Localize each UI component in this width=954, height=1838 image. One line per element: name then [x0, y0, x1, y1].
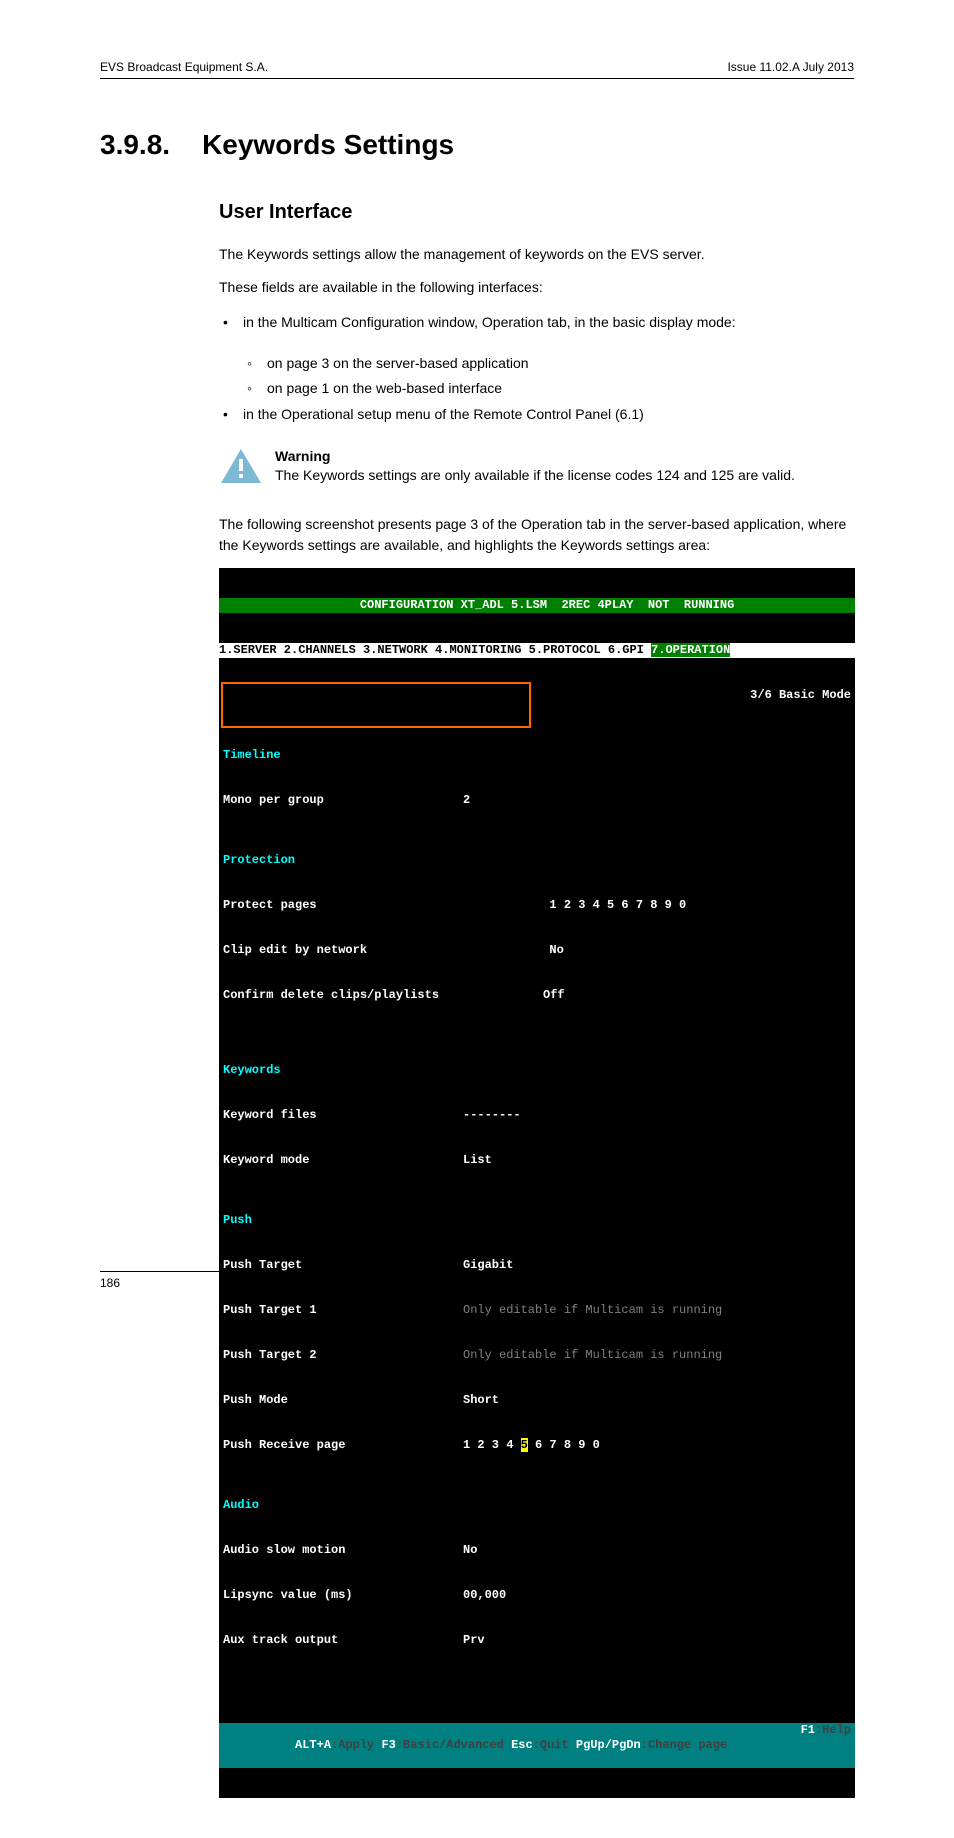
terminal-row: Lipsync value (ms)00,000 [219, 1588, 855, 1603]
sub-heading: User Interface [219, 201, 854, 224]
terminal-section-protection: Protection [219, 853, 855, 868]
bullet-list-2: in the Operational setup menu of the Rem… [219, 402, 854, 427]
terminal-row: Audio slow motionNo [219, 1543, 855, 1558]
terminal-row: Clip edit by network No [219, 943, 855, 958]
terminal-row: Mono per group2 [219, 793, 855, 808]
terminal-row: Protect pages 1 2 3 4 5 6 7 8 9 0 [219, 898, 855, 913]
terminal-row: Aux track outputPrv [219, 1633, 855, 1648]
page-footer: 186 3. Multicam Configuration [100, 1271, 854, 1290]
section-title: Keywords Settings [202, 129, 454, 161]
terminal-footer: ALT+A:Apply F3:Basic/Advanced Esc:Quit P… [219, 1723, 855, 1768]
bullet-item-2: in the Operational setup menu of the Rem… [219, 402, 854, 427]
terminal-row: Keyword files-------- [219, 1108, 855, 1123]
warning-title: Warning [275, 447, 795, 467]
terminal-row: Push Receive page1 2 3 4 5 6 7 8 9 0 [219, 1438, 855, 1453]
paragraph-3: The following screenshot presents page 3… [219, 514, 854, 556]
header-right: Issue 11.02.A July 2013 [727, 60, 854, 74]
terminal-title: CONFIGURATION XT_ADL 5.LSM 2REC 4PLAY NO… [219, 598, 855, 613]
page-number: 186 [100, 1276, 120, 1290]
terminal-section-push: Push [219, 1213, 855, 1228]
terminal-section-audio: Audio [219, 1498, 855, 1513]
terminal-row: Push ModeShort [219, 1393, 855, 1408]
sub-bullet-list: on page 3 on the server-based applicatio… [243, 351, 854, 401]
terminal-screenshot: CONFIGURATION XT_ADL 5.LSM 2REC 4PLAY NO… [219, 568, 855, 1798]
section-heading: 3.9.8. Keywords Settings [100, 129, 854, 161]
terminal-mode: 3/6 Basic Mode [219, 688, 855, 703]
sub-bullet-2: on page 1 on the web-based interface [243, 376, 854, 401]
header-left: EVS Broadcast Equipment S.A. [100, 60, 268, 74]
footer-chapter: 3. Multicam Configuration [718, 1276, 854, 1290]
terminal-row: Confirm delete clips/playlistsOff [219, 988, 855, 1003]
sub-bullet-1: on page 3 on the server-based applicatio… [243, 351, 854, 376]
warning-icon [219, 447, 263, 485]
terminal-section-keywords: Keywords [219, 1063, 855, 1078]
terminal-menu: 1.SERVER 2.CHANNELS 3.NETWORK 4.MONITORI… [219, 643, 855, 658]
paragraph-2: These fields are available in the follow… [219, 277, 854, 298]
section-number: 3.9.8. [100, 129, 170, 161]
terminal-row: Push Target 2Only editable if Multicam i… [219, 1348, 855, 1363]
warning-box: Warning The Keywords settings are only a… [219, 443, 854, 490]
bullet-list: in the Multicam Configuration window, Op… [219, 310, 854, 335]
paragraph-1: The Keywords settings allow the manageme… [219, 244, 854, 265]
terminal-row: Keyword modeList [219, 1153, 855, 1168]
warning-body: The Keywords settings are only available… [275, 466, 795, 486]
terminal-section-timeline: Timeline [219, 748, 855, 763]
terminal-row: Push Target 1Only editable if Multicam i… [219, 1303, 855, 1318]
page-header: EVS Broadcast Equipment S.A. Issue 11.02… [100, 60, 854, 79]
bullet-item-1: in the Multicam Configuration window, Op… [219, 310, 854, 335]
